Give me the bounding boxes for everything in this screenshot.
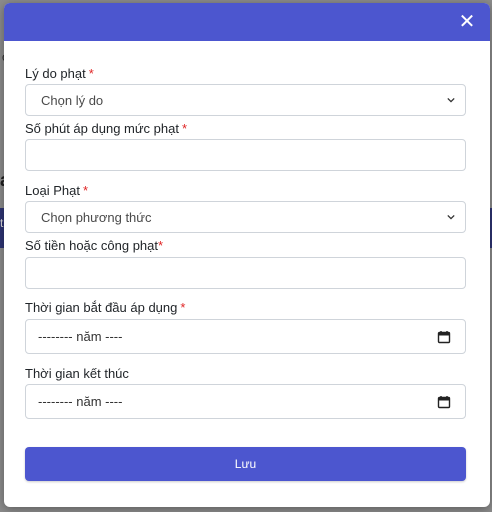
penalty-type-label: Loại Phạt * xyxy=(25,183,88,198)
end-date-label: Thời gian kết thúc xyxy=(25,366,129,381)
background-text-fragment: t xyxy=(0,216,4,230)
reason-select-value: Chọn lý do xyxy=(41,92,104,108)
penalty-type-label-text: Loại Phạt xyxy=(25,183,80,198)
chevron-down-icon xyxy=(447,97,455,103)
amount-label-text: Số tiền hoặc công phạt xyxy=(25,238,158,253)
start-date-label: Thời gian bắt đầu áp dụng * xyxy=(25,300,185,315)
minutes-input[interactable] xyxy=(25,139,466,171)
calendar-icon[interactable] xyxy=(437,330,451,344)
amount-label: Số tiền hoặc công phạt* xyxy=(25,238,163,253)
penalty-modal: ✕ Lý do phạt * Chọn lý do Số phút áp dụng… xyxy=(4,3,490,507)
amount-input[interactable] xyxy=(25,257,466,289)
chevron-down-icon xyxy=(447,214,455,220)
close-icon: ✕ xyxy=(458,9,476,33)
required-mark: * xyxy=(180,300,186,315)
close-button[interactable]: ✕ xyxy=(456,10,478,32)
end-date-value: -------- năm ---- xyxy=(38,394,123,409)
end-date-input[interactable]: -------- năm ---- xyxy=(25,384,466,419)
modal-header: ✕ xyxy=(4,3,490,41)
required-mark: * xyxy=(88,66,94,81)
required-mark: * xyxy=(158,238,164,253)
save-button[interactable]: Lưu xyxy=(25,447,466,481)
penalty-type-select-value: Chọn phương thức xyxy=(41,209,152,225)
start-date-input[interactable]: -------- năm ---- xyxy=(25,319,466,354)
minutes-label-text: Số phút áp dụng mức phạt xyxy=(25,121,179,136)
minutes-label: Số phút áp dụng mức phạt * xyxy=(25,121,187,136)
reason-select[interactable]: Chọn lý do xyxy=(25,84,466,116)
start-date-label-text: Thời gian bắt đầu áp dụng xyxy=(25,300,178,315)
penalty-type-select[interactable]: Chọn phương thức xyxy=(25,201,466,233)
required-mark: * xyxy=(181,121,188,136)
calendar-icon[interactable] xyxy=(437,395,451,409)
end-date-label-text: Thời gian kết thúc xyxy=(25,366,129,381)
start-date-value: -------- năm ---- xyxy=(38,329,123,344)
reason-label-text: Lý do phạt xyxy=(25,66,86,81)
required-mark: * xyxy=(82,183,88,198)
reason-label: Lý do phạt * xyxy=(25,66,94,81)
